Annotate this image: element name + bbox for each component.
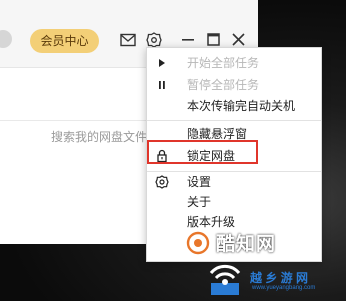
play-icon [159,59,165,67]
menu-item-label: 开始全部任务 [187,56,260,70]
mail-icon[interactable] [120,33,136,47]
heart-icon[interactable] [0,30,12,48]
search-input[interactable]: 搜索我的网盘文件 [51,128,147,145]
highlight-annotation [147,140,258,164]
menu-item-auto-shutdown[interactable]: 本次传输完自动关机 [147,94,321,118]
watermark-brand: 酷知网 [216,234,277,255]
watermark-logo-icon [186,231,210,255]
maximize-icon[interactable] [207,33,220,46]
menu-divider [147,120,321,121]
close-icon[interactable] [232,33,245,46]
vip-center-button[interactable]: 会员中心 [30,29,99,53]
gear-icon[interactable] [146,32,162,48]
minimize-icon[interactable] [182,38,194,42]
watermark-brand-2: 越 乡 游 网 [250,271,309,285]
watermark-logo-icon [209,264,241,295]
watermark-url: www.yueyangbang.com [252,285,316,291]
gear-icon [155,175,169,189]
menu-item-start-all[interactable]: 开始全部任务 [147,51,321,75]
menu-item-label: 本次传输完自动关机 [187,99,296,113]
pause-icon [159,81,165,89]
